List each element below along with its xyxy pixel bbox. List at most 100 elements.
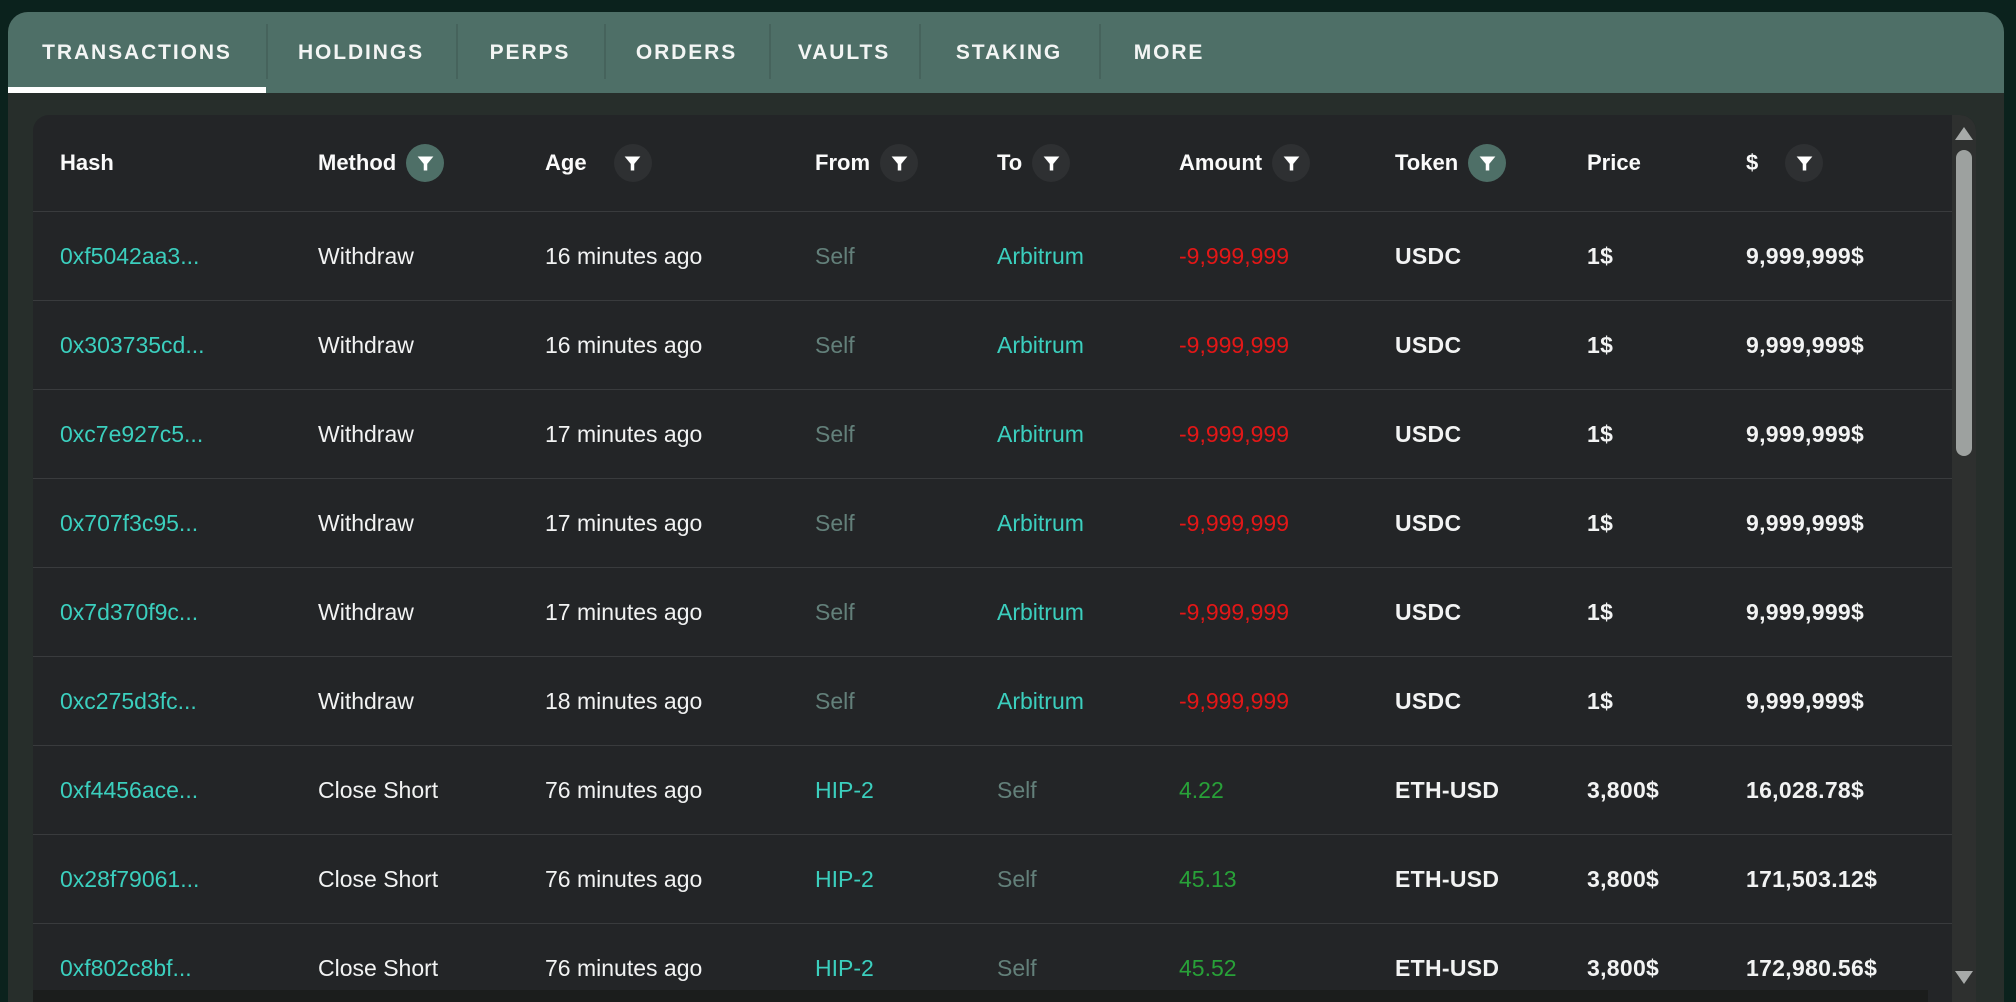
price-cell: 3,800$ (1587, 777, 1746, 804)
amount-cell: 45.13 (1179, 866, 1395, 893)
tx-hash-link[interactable]: 0x28f79061... (60, 866, 199, 892)
col-header-token: Token (1395, 144, 1587, 182)
table-row: 0x303735cd... Withdraw 16 minutes ago Se… (33, 300, 1952, 389)
to-link[interactable]: Self (997, 866, 1037, 892)
table-row: 0xf5042aa3... Withdraw 16 minutes ago Se… (33, 211, 1952, 300)
price-cell: 3,800$ (1587, 955, 1746, 982)
filter-funnel-icon (1281, 153, 1302, 174)
usd-cell: 9,999,999$ (1746, 332, 1952, 359)
age-cell: 17 minutes ago (545, 421, 815, 448)
tx-hash-link[interactable]: 0xf4456ace... (60, 777, 198, 803)
from-link[interactable]: Self (815, 243, 855, 269)
to-filter-button[interactable] (1032, 144, 1070, 182)
from-link[interactable]: HIP-2 (815, 777, 874, 803)
to-link[interactable]: Arbitrum (997, 510, 1084, 536)
token-cell: USDC (1395, 599, 1587, 626)
tab-transactions[interactable]: TRANSACTIONS (8, 12, 266, 93)
app-container: TRANSACTIONS HOLDINGS PERPS ORDERS VAULT… (8, 12, 2004, 1002)
col-header-from: From (815, 144, 997, 182)
tx-hash-link[interactable]: 0x303735cd... (60, 332, 205, 358)
token-cell: USDC (1395, 332, 1587, 359)
price-cell: 1$ (1587, 243, 1746, 270)
tab-perps[interactable]: PERPS (456, 12, 604, 93)
age-cell: 17 minutes ago (545, 599, 815, 626)
price-cell: 1$ (1587, 421, 1746, 448)
filter-funnel-icon (1477, 153, 1498, 174)
tab-orders[interactable]: ORDERS (604, 12, 769, 93)
table-header-row: Hash Method Age From To (33, 115, 1952, 211)
token-cell: ETH-USD (1395, 955, 1587, 982)
usd-cell: 171,503.12$ (1746, 866, 1952, 893)
method-filter-button[interactable] (406, 144, 444, 182)
col-header-price: Price (1587, 150, 1746, 176)
to-link[interactable]: Arbitrum (997, 599, 1084, 625)
from-link[interactable]: HIP-2 (815, 955, 874, 981)
transactions-table-panel: Hash Method Age From To (33, 115, 1976, 1002)
usd-cell: 9,999,999$ (1746, 421, 1952, 448)
price-cell: 1$ (1587, 332, 1746, 359)
col-header-method: Method (318, 144, 545, 182)
tab-bar: TRANSACTIONS HOLDINGS PERPS ORDERS VAULT… (8, 12, 2004, 93)
to-link[interactable]: Self (997, 777, 1037, 803)
price-cell: 1$ (1587, 688, 1746, 715)
scroll-down-arrow-icon[interactable] (1955, 971, 1973, 984)
scrollbar-thumb[interactable] (1956, 150, 1972, 456)
token-cell: USDC (1395, 421, 1587, 448)
tab-staking[interactable]: STAKING (919, 12, 1099, 93)
age-cell: 16 minutes ago (545, 332, 815, 359)
usd-cell: 16,028.78$ (1746, 777, 1952, 804)
to-link[interactable]: Arbitrum (997, 332, 1084, 358)
table: Hash Method Age From To (33, 115, 1952, 1002)
table-row: 0xf4456ace... Close Short 76 minutes ago… (33, 745, 1952, 834)
amount-filter-button[interactable] (1272, 144, 1310, 182)
amount-cell: -9,999,999 (1179, 688, 1395, 715)
usd-cell: 9,999,999$ (1746, 599, 1952, 626)
token-cell: USDC (1395, 510, 1587, 537)
from-link[interactable]: Self (815, 510, 855, 536)
tab-more[interactable]: MORE (1099, 12, 1239, 93)
method-cell: Withdraw (318, 510, 545, 537)
age-cell: 76 minutes ago (545, 777, 815, 804)
scroll-up-arrow-icon[interactable] (1955, 127, 1973, 140)
to-link[interactable]: Arbitrum (997, 243, 1084, 269)
col-header-amount: Amount (1179, 144, 1395, 182)
age-cell: 17 minutes ago (545, 510, 815, 537)
to-link[interactable]: Arbitrum (997, 688, 1084, 714)
tx-hash-link[interactable]: 0x7d370f9c... (60, 599, 198, 625)
from-filter-button[interactable] (880, 144, 918, 182)
to-link[interactable]: Self (997, 955, 1037, 981)
usd-cell: 9,999,999$ (1746, 510, 1952, 537)
vertical-scrollbar[interactable] (1952, 115, 1976, 1002)
age-cell: 16 minutes ago (545, 243, 815, 270)
price-cell: 1$ (1587, 599, 1746, 626)
screen: TRANSACTIONS HOLDINGS PERPS ORDERS VAULT… (0, 0, 2016, 1002)
token-filter-button[interactable] (1468, 144, 1506, 182)
age-cell: 18 minutes ago (545, 688, 815, 715)
from-link[interactable]: Self (815, 599, 855, 625)
tab-holdings[interactable]: HOLDINGS (266, 12, 456, 93)
col-header-age: Age (545, 144, 815, 182)
method-cell: Withdraw (318, 243, 545, 270)
to-link[interactable]: Arbitrum (997, 421, 1084, 447)
from-link[interactable]: Self (815, 421, 855, 447)
from-link[interactable]: Self (815, 332, 855, 358)
tx-hash-link[interactable]: 0xf5042aa3... (60, 243, 199, 269)
method-cell: Withdraw (318, 332, 545, 359)
amount-cell: -9,999,999 (1179, 510, 1395, 537)
tx-hash-link[interactable]: 0xf802c8bf... (60, 955, 192, 981)
usd-cell: 172,980.56$ (1746, 955, 1952, 982)
tx-hash-link[interactable]: 0xc7e927c5... (60, 421, 203, 447)
tx-hash-link[interactable]: 0xc275d3fc... (60, 688, 197, 714)
age-filter-button[interactable] (614, 144, 652, 182)
tab-vaults[interactable]: VAULTS (769, 12, 919, 93)
usd-filter-button[interactable] (1785, 144, 1823, 182)
from-link[interactable]: HIP-2 (815, 866, 874, 892)
method-cell: Close Short (318, 777, 545, 804)
tx-hash-link[interactable]: 0x707f3c95... (60, 510, 198, 536)
table-row: 0x7d370f9c... Withdraw 17 minutes ago Se… (33, 567, 1952, 656)
token-cell: USDC (1395, 688, 1587, 715)
age-cell: 76 minutes ago (545, 866, 815, 893)
from-link[interactable]: Self (815, 688, 855, 714)
token-cell: ETH-USD (1395, 777, 1587, 804)
filter-funnel-icon (415, 153, 436, 174)
